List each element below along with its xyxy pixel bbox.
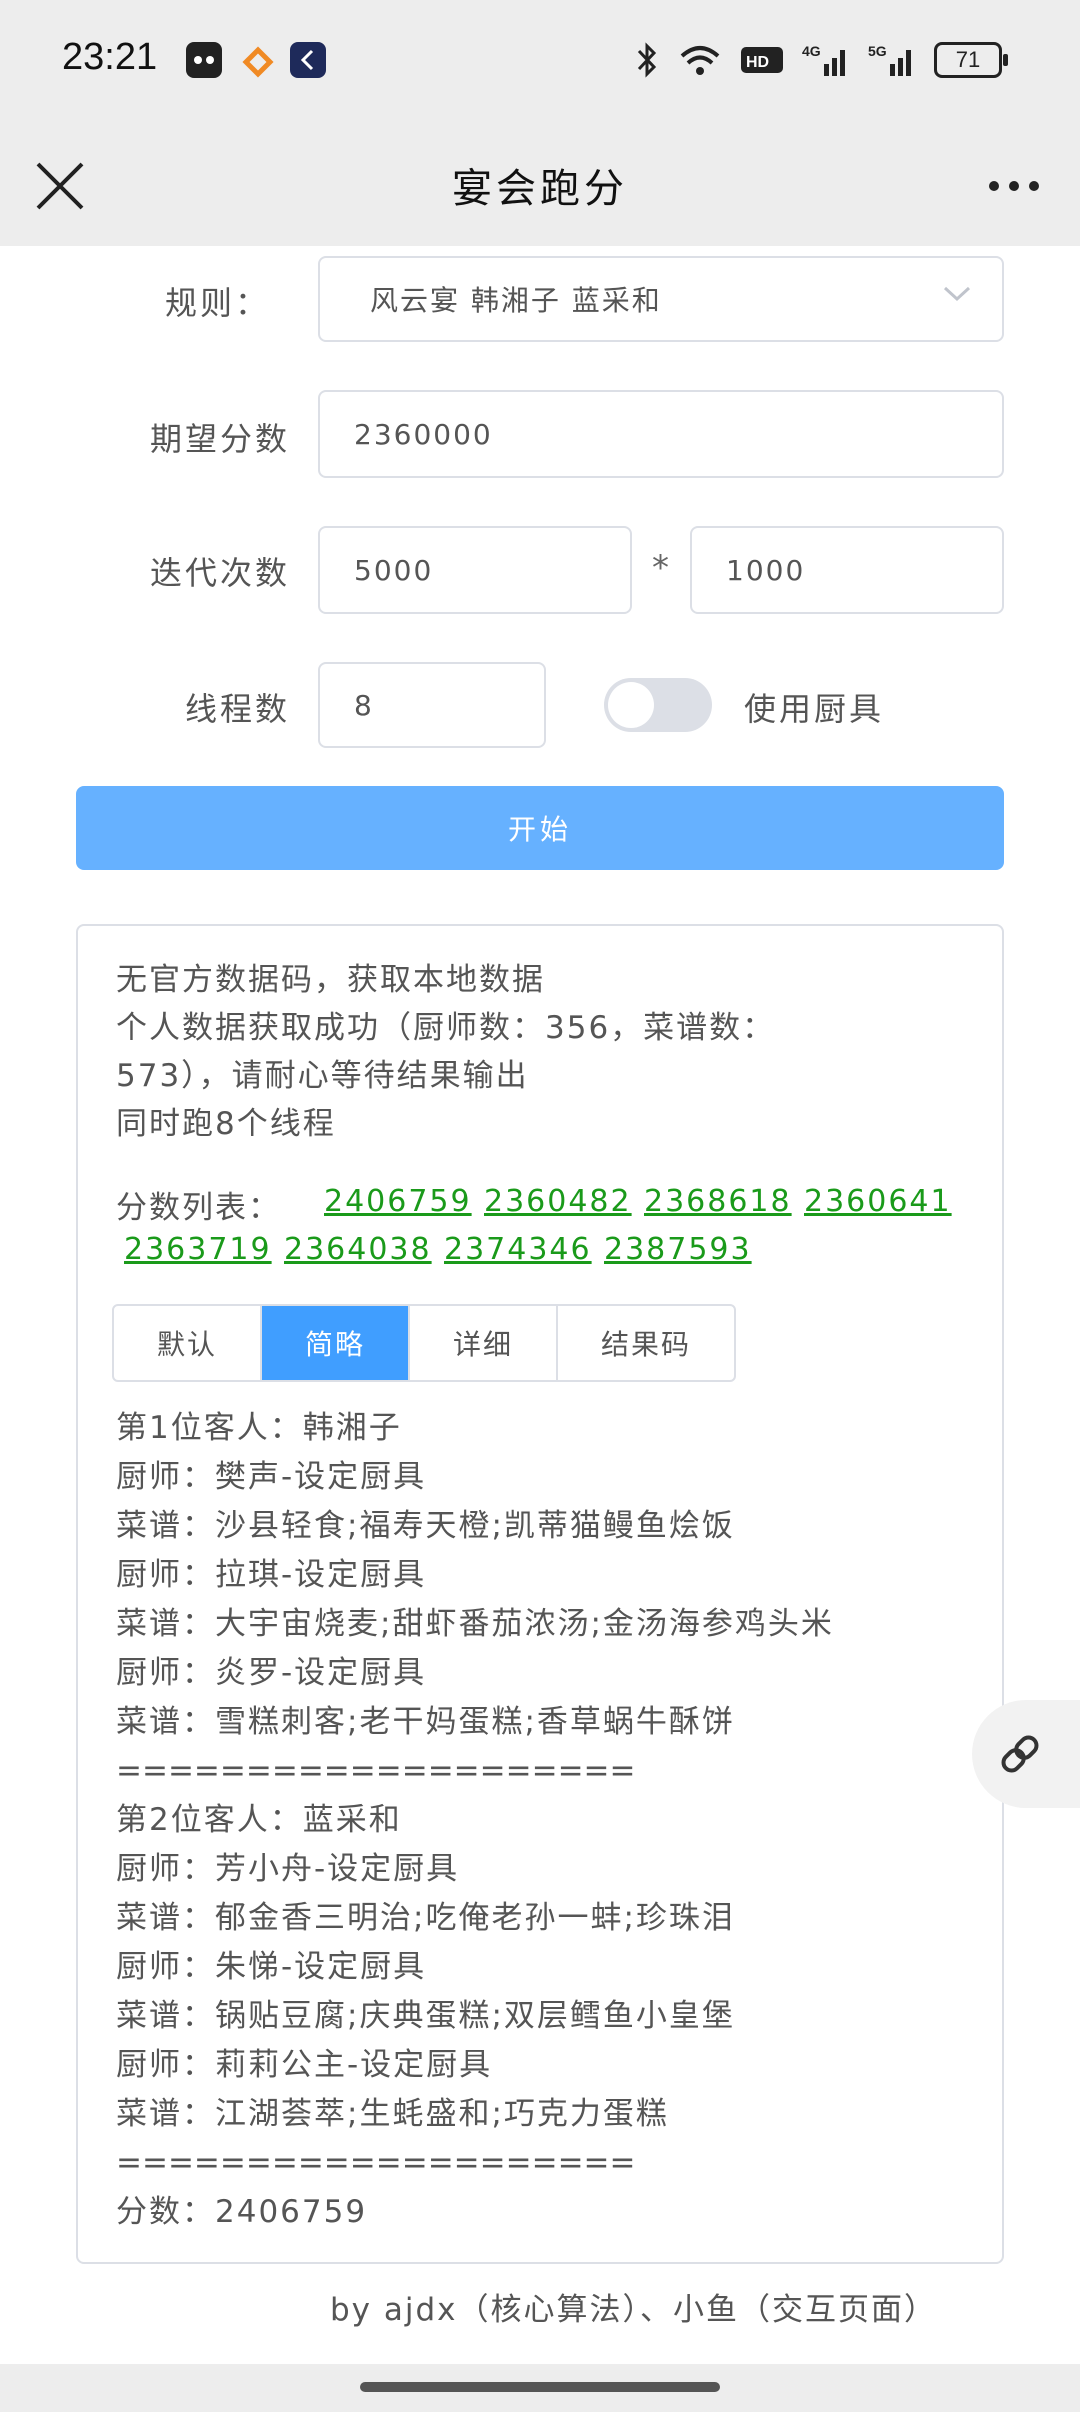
tab-default[interactable]: 默认 [114, 1306, 262, 1380]
result-line: 第2位客人：蓝采和 [116, 1802, 402, 1838]
signal-5g-icon: 5G [868, 43, 911, 76]
app-header: 宴会跑分 [0, 126, 1080, 246]
more-options-button[interactable] [982, 166, 1046, 206]
status-message: 573），请耐心等待结果输出 [116, 1058, 529, 1094]
status-icons: HD 4G 5G 71 [634, 38, 1008, 82]
app-notification-icon [290, 42, 326, 78]
credit-text: by ajdx（核心算法）、小鱼（交互页面） [330, 2292, 938, 2328]
result-line: 厨师：朱悌-设定厨具 [116, 1949, 427, 1985]
result-separator: ==================== [116, 2145, 636, 2181]
iterations-multiplier-input[interactable]: 1000 [690, 526, 1004, 614]
score-link[interactable]: 2387593 [604, 1232, 752, 1267]
home-indicator[interactable] [360, 2382, 720, 2392]
result-line: 菜谱：锅贴豆腐;庆典蛋糕;双层鳕鱼小皇堡 [116, 1998, 735, 2034]
bluetooth-icon [637, 42, 657, 78]
score-link[interactable]: 2364038 [284, 1232, 432, 1267]
svg-text:4G: 4G [802, 43, 821, 59]
navigation-bar [0, 2364, 1080, 2412]
iterations-label: 迭代次数 [149, 554, 290, 592]
rule-select[interactable]: 风云宴 韩湘子 蓝采和 [318, 256, 1004, 342]
app-notification-icon [240, 42, 276, 78]
page-title: 宴会跑分 [452, 166, 628, 212]
signal-4g-icon: 4G [802, 43, 845, 76]
svg-text:HD: HD [746, 54, 769, 71]
use-tools-toggle[interactable] [604, 678, 712, 732]
tab-result-code[interactable]: 结果码 [558, 1306, 734, 1380]
battery-indicator: 71 [934, 42, 1008, 78]
status-message: 无官方数据码，获取本地数据 [116, 962, 545, 998]
result-line: 厨师：芳小舟-设定厨具 [116, 1851, 460, 1887]
expected-score-label: 期望分数 [149, 420, 290, 458]
threads-value: 8 [354, 688, 374, 722]
wifi-icon [680, 46, 720, 75]
rule-label: 规则： [164, 284, 270, 322]
more-icon [989, 181, 1039, 191]
link-icon [1001, 1735, 1039, 1773]
toggle-knob [608, 682, 654, 728]
app-notification-icon [186, 42, 222, 78]
expected-score-input[interactable]: 2360000 [318, 390, 1004, 478]
expected-score-value: 2360000 [354, 417, 493, 451]
score-link[interactable]: 2374346 [444, 1232, 592, 1267]
multiply-sign: * [652, 548, 669, 588]
svg-text:5G: 5G [868, 43, 887, 59]
result-line: 菜谱：大宇宙烧麦;甜虾番茄浓汤;金汤海参鸡头米 [116, 1606, 834, 1642]
score-link[interactable]: 2360641 [804, 1184, 952, 1219]
result-view-tabs: 默认 简略 详细 结果码 [112, 1304, 736, 1382]
result-line: 菜谱：沙县轻食;福寿天橙;凯蒂猫鳗鱼烩饭 [116, 1508, 735, 1544]
start-button[interactable]: 开始 [76, 786, 1004, 870]
status-message: 同时跑8个线程 [116, 1106, 336, 1142]
score-link[interactable]: 2363719 [124, 1232, 272, 1267]
result-line: 厨师：炎罗-设定厨具 [116, 1655, 427, 1691]
hd-icon: HD [741, 47, 783, 73]
score-link[interactable]: 2360482 [484, 1184, 632, 1219]
result-separator: ==================== [116, 1753, 636, 1789]
iterations-multiplier-value: 1000 [726, 553, 806, 587]
threads-input[interactable]: 8 [318, 662, 546, 748]
rule-select-value: 风云宴 韩湘子 蓝采和 [370, 284, 662, 317]
result-line: 菜谱：江湖荟萃;生蚝盛和;巧克力蛋糕 [116, 2096, 669, 2132]
threads-label: 线程数 [184, 690, 290, 728]
tab-brief[interactable]: 简略 [262, 1306, 410, 1380]
output-panel: 无官方数据码，获取本地数据 个人数据获取成功（厨师数：356，菜谱数： 573）… [76, 924, 1004, 2264]
score-link[interactable]: 2406759 [324, 1184, 472, 1219]
result-line: 第1位客人：韩湘子 [116, 1410, 402, 1446]
status-time: 23:21 [62, 36, 158, 78]
use-tools-label: 使用厨具 [744, 690, 885, 728]
iterations-input[interactable]: 5000 [318, 526, 632, 614]
score-list-label: 分数列表： [116, 1190, 281, 1226]
floating-link-button[interactable] [972, 1700, 1080, 1808]
result-line: 菜谱：雪糕刺客;老干妈蛋糕;香草蜗牛酥饼 [116, 1704, 735, 1740]
result-line: 厨师：莉莉公主-设定厨具 [116, 2047, 493, 2083]
status-message: 个人数据获取成功（厨师数：356，菜谱数： [116, 1010, 776, 1046]
score-link[interactable]: 2368618 [644, 1184, 792, 1219]
chevron-down-icon [943, 286, 971, 302]
result-line: 厨师：樊声-设定厨具 [116, 1459, 427, 1495]
status-bar: 23:21 HD 4G 5G 71 [0, 0, 1080, 126]
result-text: 第1位客人：韩湘子 厨师：樊声-设定厨具 菜谱：沙县轻食;福寿天橙;凯蒂猫鳗鱼烩… [116, 1404, 986, 2237]
result-line: 厨师：拉琪-设定厨具 [116, 1557, 427, 1593]
tab-detailed[interactable]: 详细 [410, 1306, 558, 1380]
result-line: 菜谱：郁金香三明治;吃俺老孙一蚌;珍珠泪 [116, 1900, 735, 1936]
result-score: 分数：2406759 [116, 2194, 368, 2230]
iterations-value: 5000 [354, 553, 434, 587]
